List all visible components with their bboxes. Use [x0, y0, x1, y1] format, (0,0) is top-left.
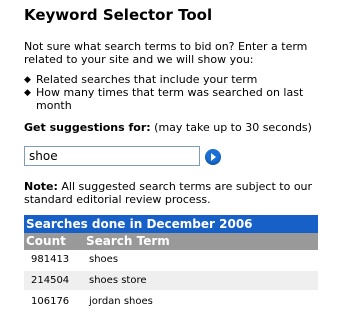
- note-body: All suggested search terms are subject t…: [24, 180, 313, 206]
- list-item-text: How many times that term was searched on…: [36, 86, 304, 112]
- suggestions-label: Get suggestions for:: [24, 121, 151, 134]
- row-term: jordan shoes: [89, 296, 153, 307]
- row-count: 214504: [31, 275, 70, 286]
- feature-list: ◆ Related searches that include your ter…: [24, 73, 324, 112]
- table-column-headers: Count Search Term: [24, 233, 318, 250]
- suggestions-label-row: Get suggestions for: (may take up to 30 …: [24, 121, 324, 134]
- table-row: 981413 shoes: [24, 250, 318, 271]
- table-row: 214504 shoes store: [24, 271, 318, 292]
- results-table: Searches done in December 2006 Count Sea…: [24, 215, 318, 313]
- list-item: ◆ Related searches that include your ter…: [24, 73, 324, 86]
- list-item-text: Related searches that include your term: [36, 73, 258, 86]
- page-title: Keyword Selector Tool: [24, 6, 213, 24]
- search-term-input[interactable]: [24, 146, 200, 166]
- table-row: 106176 jordan shoes: [24, 292, 318, 313]
- note-label: Note:: [24, 180, 58, 193]
- suggestions-hint: (may take up to 30 seconds): [154, 121, 312, 134]
- diamond-bullet-icon: ◆: [24, 88, 31, 98]
- row-term: shoes: [89, 254, 119, 265]
- intro-text: Not sure what search terms to bid on? En…: [24, 40, 308, 66]
- list-item: ◆ How many times that term was searched …: [24, 86, 324, 112]
- note-text: Note: All suggested search terms are sub…: [24, 180, 324, 206]
- results-heading: Searches done in December 2006: [24, 215, 318, 233]
- row-term: shoes store: [89, 275, 147, 286]
- column-header-count: Count: [26, 234, 66, 248]
- row-count: 106176: [31, 296, 70, 307]
- go-arrow-icon: [211, 153, 216, 161]
- go-button[interactable]: [205, 149, 221, 165]
- row-count: 981413: [31, 254, 70, 265]
- column-header-term: Search Term: [86, 234, 170, 248]
